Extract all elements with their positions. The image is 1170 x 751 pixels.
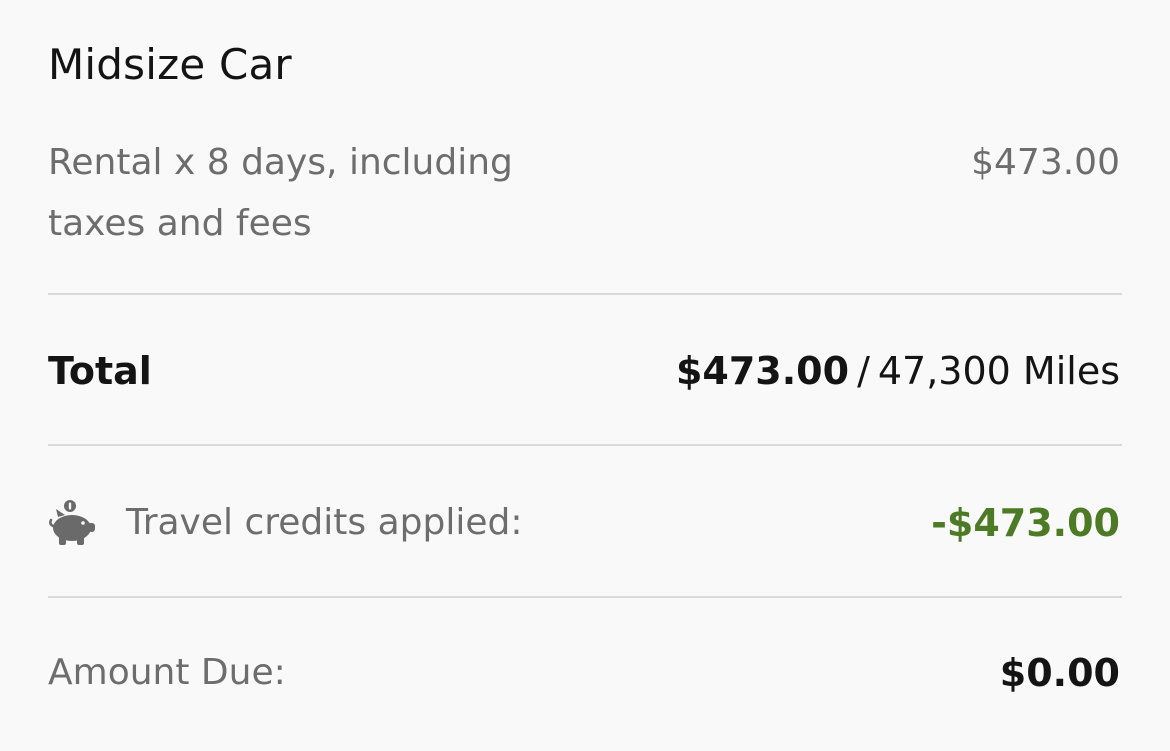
vehicle-type-title: Midsize Car — [48, 40, 292, 89]
travel-credits-row: Travel credits applied: — [48, 496, 522, 550]
total-amount: $473.00 — [675, 349, 850, 393]
amount-due-value: $0.00 — [999, 651, 1120, 695]
travel-credits-amount: -$473.00 — [931, 501, 1120, 545]
total-separator: / — [857, 349, 870, 393]
total-label: Total — [48, 349, 152, 393]
total-miles: 47,300 Miles — [877, 349, 1120, 393]
piggy-bank-icon — [48, 499, 96, 547]
price-summary-card: Midsize Car Rental x 8 days, including t… — [0, 0, 1170, 751]
travel-credits-label: Travel credits applied: — [126, 502, 523, 543]
divider — [48, 293, 1122, 295]
divider — [48, 596, 1122, 598]
rental-price: $473.00 — [971, 142, 1120, 183]
amount-due-label: Amount Due: — [48, 652, 286, 693]
total-value: $473.00/47,300 Miles — [676, 344, 1120, 398]
divider — [48, 444, 1122, 446]
rental-description: Rental x 8 days, including taxes and fee… — [48, 142, 513, 244]
